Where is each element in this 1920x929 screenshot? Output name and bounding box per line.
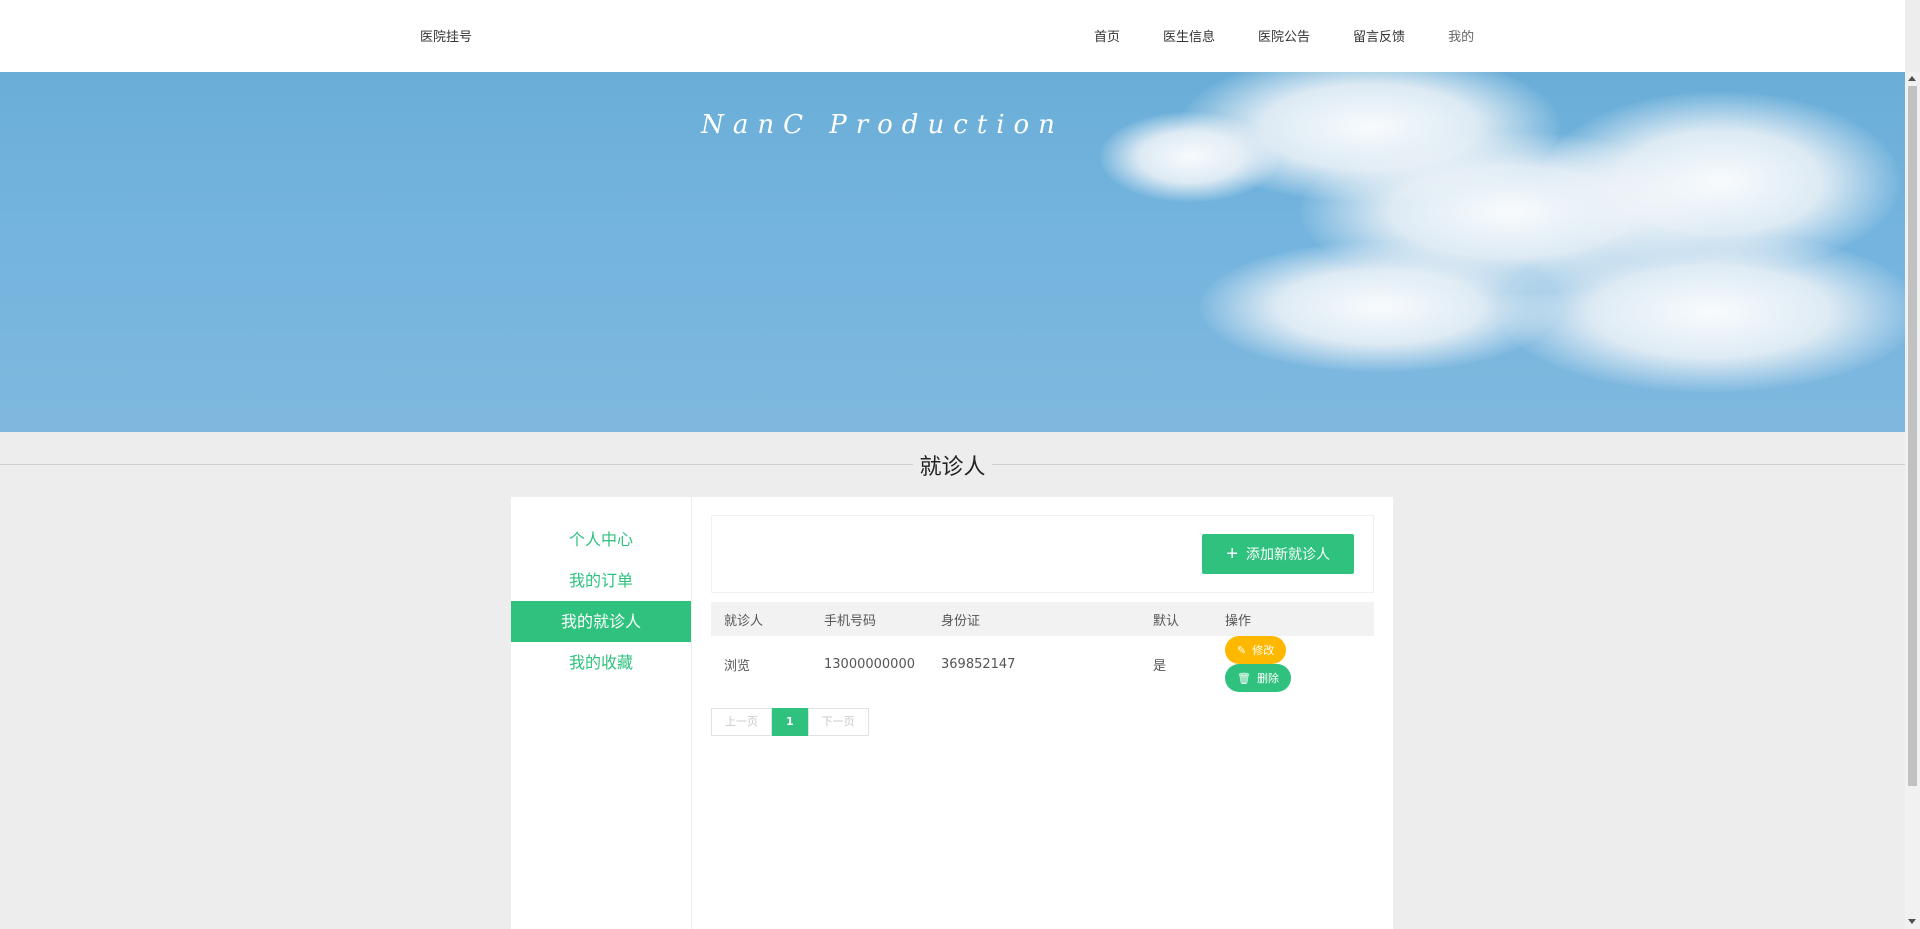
cell-default: 是 [1153,658,1167,674]
sidebar-item-my-favorites[interactable]: 我的收藏 [511,642,691,683]
nav-link-mine[interactable]: 我的 [1448,26,1474,45]
cell-phone: 13000000000 [824,656,915,672]
add-patient-label: 添加新就诊人 [1246,546,1330,562]
col-header-phone: 手机号码 [811,602,928,636]
scroll-up-arrow-icon[interactable] [1908,76,1916,81]
sidebar: 个人中心 我的订单 我的就诊人 我的收藏 [511,497,692,929]
nav-links: 首页 医生信息 医院公告 留言反馈 我的 [1094,26,1517,45]
plus-icon: + [1226,543,1238,565]
page-scrollbar[interactable] [1905,72,1920,929]
trash-icon: 🗑 [1237,672,1251,685]
col-header-patient: 就诊人 [711,602,811,636]
nav-link-feedback[interactable]: 留言反馈 [1353,26,1405,45]
edit-label: 修改 [1252,645,1275,657]
nav-link-doctors[interactable]: 医生信息 [1163,26,1215,45]
main-card: 个人中心 我的订单 我的就诊人 我的收藏 + 添加新就诊人 就诊人 手机号码 身… [511,497,1393,929]
col-header-id-card: 身份证 [928,602,1140,636]
delete-label: 删除 [1256,673,1279,685]
scroll-down-arrow-icon[interactable] [1908,919,1916,924]
table-header-row: 就诊人 手机号码 身份证 默认 操作 [711,602,1374,636]
cell-id-card: 369852147 [941,656,1016,672]
content-panel: + 添加新就诊人 就诊人 手机号码 身份证 默认 操作 浏览 130000000… [711,515,1374,736]
col-header-actions: 操作 [1212,602,1374,636]
nav-link-home[interactable]: 首页 [1094,26,1120,45]
scroll-thumb[interactable] [1908,86,1917,786]
table-row: 浏览 13000000000 369852147 是 ✎ 修改 🗑 删除 [711,636,1374,692]
add-patient-button[interactable]: + 添加新就诊人 [1202,534,1354,574]
edit-button[interactable]: ✎ 修改 [1225,636,1287,664]
site-brand[interactable]: 医院挂号 [420,26,472,45]
pencil-icon: ✎ [1237,644,1247,657]
cell-actions: ✎ 修改 🗑 删除 [1212,636,1374,692]
hero-banner: NanC Production [0,72,1905,432]
prev-page-button[interactable]: 上一页 [711,708,772,736]
nav-link-announcements[interactable]: 医院公告 [1258,26,1310,45]
cloud-shape [1500,232,1905,392]
top-navbar: 医院挂号 首页 医生信息 医院公告 留言反馈 我的 [0,0,1905,72]
delete-button[interactable]: 🗑 删除 [1225,664,1291,692]
banner-title: NanC Production [701,110,1064,140]
section-title: 就诊人 [0,449,1905,481]
patients-table: 就诊人 手机号码 身份证 默认 操作 浏览 13000000000 369852… [711,602,1374,692]
pagination: 上一页 1 下一页 [711,708,1374,736]
next-page-button[interactable]: 下一页 [807,708,869,736]
toolbar: + 添加新就诊人 [711,515,1374,593]
col-header-default: 默认 [1140,602,1212,636]
current-page-button[interactable]: 1 [772,708,808,736]
sidebar-item-my-orders[interactable]: 我的订单 [511,560,691,601]
sidebar-item-my-patients[interactable]: 我的就诊人 [511,601,691,642]
cell-patient-name: 浏览 [724,658,751,674]
sidebar-item-personal-center[interactable]: 个人中心 [511,519,691,560]
